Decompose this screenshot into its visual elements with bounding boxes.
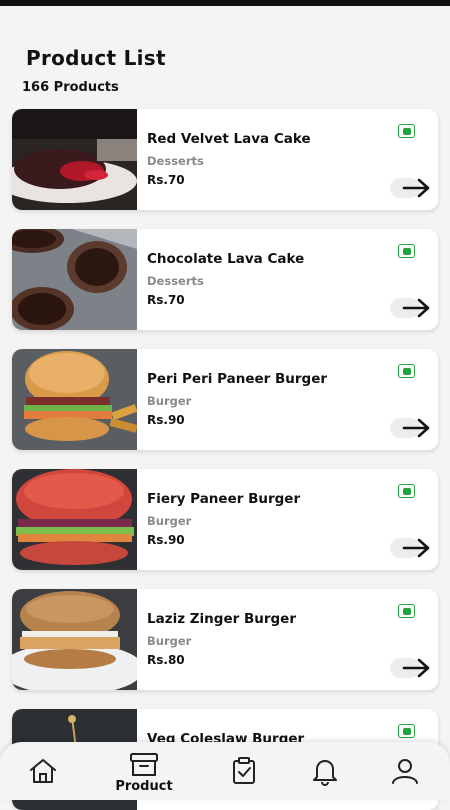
arrow-right-icon [402,298,430,318]
product-name: Peri Peri Paneer Burger [147,371,328,387]
product-price: Rs.80 [147,653,185,667]
product-card[interactable]: Fiery Paneer Burger Burger Rs.90 [12,469,438,570]
product-card[interactable]: Red Velvet Lava Cake Desserts Rs.70 [12,109,438,210]
product-image [12,229,137,330]
product-image [12,469,137,570]
arrow-right-icon [402,658,430,678]
arrow-right-icon [402,538,430,558]
nav-product[interactable]: Product [104,742,184,800]
product-category: Burger [147,514,192,528]
product-card[interactable]: Laziz Zinger Burger Burger Rs.80 [12,589,438,690]
product-image [12,109,137,210]
product-price: Rs.90 [147,413,185,427]
product-category: Burger [147,394,192,408]
product-category: Desserts [147,154,204,168]
open-product-button[interactable] [390,536,432,560]
veg-indicator-icon [398,244,415,258]
product-name: Laziz Zinger Burger [147,611,296,627]
nav-product-label: Product [115,779,173,794]
product-name: Fiery Paneer Burger [147,491,301,507]
product-price: Rs.70 [147,173,185,187]
veg-indicator-icon [398,484,415,498]
arrow-right-icon [402,418,430,438]
veg-indicator-icon [398,724,415,738]
bottom-navigation: Product [0,742,450,800]
product-name: Red Velvet Lava Cake [147,131,311,147]
nav-home[interactable] [26,742,60,800]
product-image [12,349,137,450]
nav-notifications[interactable] [310,742,340,800]
user-icon [392,759,418,784]
archive-box-icon [130,753,158,776]
product-list: Red Velvet Lava Cake Desserts Rs.70 Choc… [0,0,450,810]
veg-indicator-icon [398,604,415,618]
home-icon [30,759,56,783]
product-category: Burger [147,634,192,648]
clipboard-check-icon [233,757,255,784]
product-price: Rs.70 [147,293,185,307]
product-price: Rs.90 [147,533,185,547]
nav-orders[interactable] [229,742,259,800]
product-card[interactable]: Peri Peri Paneer Burger Burger Rs.90 [12,349,438,450]
product-category: Desserts [147,274,204,288]
veg-indicator-icon [398,124,415,138]
nav-profile[interactable] [390,742,420,800]
open-product-button[interactable] [390,296,432,320]
arrow-right-icon [402,178,430,198]
open-product-button[interactable] [390,656,432,680]
open-product-button[interactable] [390,176,432,200]
bell-icon [313,760,337,786]
open-product-button[interactable] [390,416,432,440]
product-card[interactable]: Chocolate Lava Cake Desserts Rs.70 [12,229,438,330]
product-image [12,589,137,690]
veg-indicator-icon [398,364,415,378]
product-name: Chocolate Lava Cake [147,251,305,267]
